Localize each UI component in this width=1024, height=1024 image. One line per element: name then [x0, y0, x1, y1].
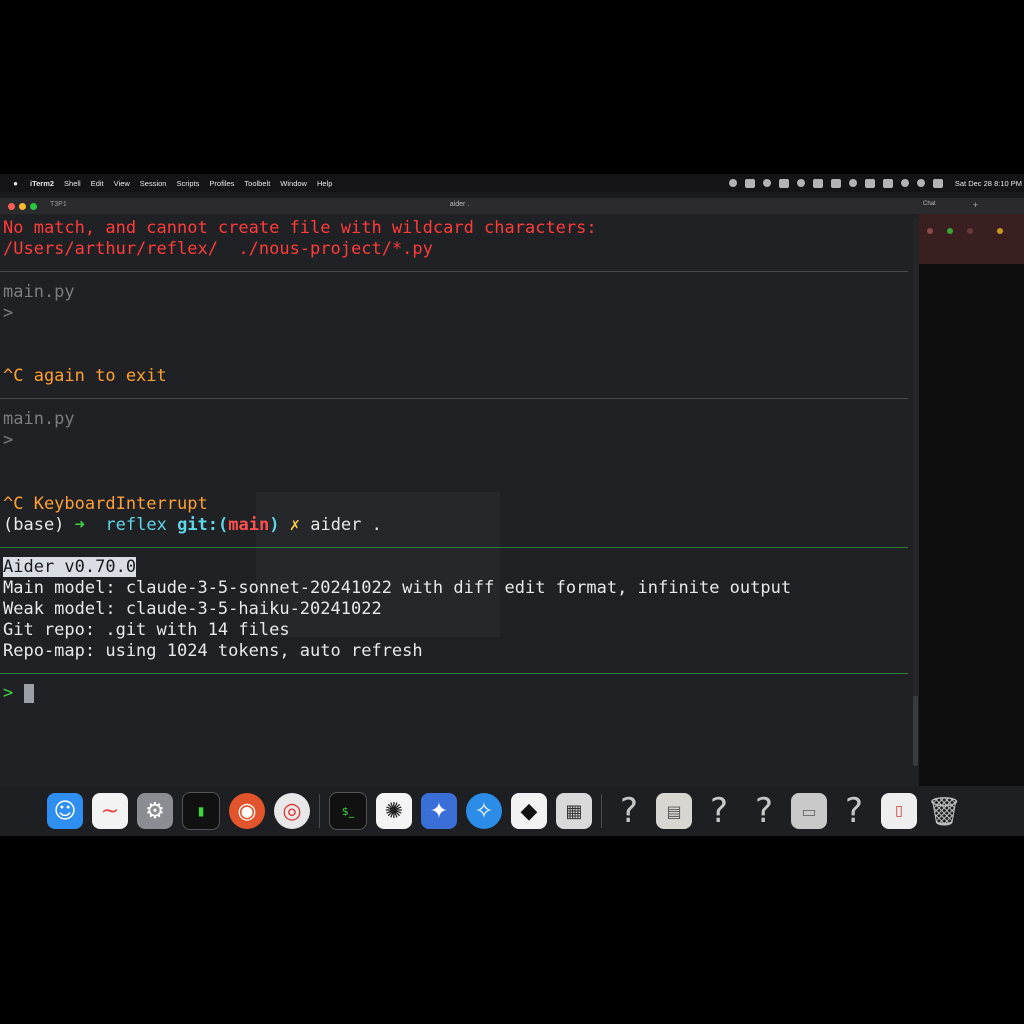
- conda-env: (base): [3, 515, 65, 535]
- pdf-icon[interactable]: ▯: [881, 793, 917, 829]
- prompt-line: >: [3, 430, 14, 450]
- toolbar-icon[interactable]: [927, 228, 933, 234]
- divider: [0, 547, 908, 548]
- trash-icon[interactable]: 🗑: [926, 793, 962, 829]
- toolbar-icon[interactable]: [997, 228, 1003, 234]
- prompt-line: >: [3, 303, 14, 323]
- new-tab-button[interactable]: +: [973, 200, 978, 210]
- toolbar-icon[interactable]: [967, 228, 973, 234]
- error-path-line: /Users/arthur/reflex/ ./nous-project/*.p…: [3, 239, 433, 259]
- battery-icon[interactable]: [882, 178, 893, 188]
- dock-separator: [601, 794, 602, 828]
- status-area: Sat Dec 28 8:10 PM: [728, 174, 1022, 192]
- search-icon[interactable]: [916, 179, 925, 187]
- dock: ☺ ~ ⚙ ▮ ◉ ◎ $_ ✺ ✦ ✧ ◆ ▦ ? ▤ ? ? ▭ ? ▯ 🗑: [0, 786, 1024, 836]
- safari-icon[interactable]: ✧: [466, 793, 502, 829]
- terminal-window: T3P1 aider . No match, and cannot create…: [0, 198, 919, 786]
- repo-map-line: Repo-map: using 1024 tokens, auto refres…: [3, 641, 423, 661]
- freeform-icon[interactable]: ~: [92, 793, 128, 829]
- terminal-output[interactable]: No match, and cannot create file with wi…: [0, 214, 910, 786]
- menu-session[interactable]: Session: [140, 179, 167, 188]
- unknown-app-icon[interactable]: ?: [836, 791, 872, 831]
- side-titlebar[interactable]: Chat +: [919, 198, 1024, 214]
- play-icon[interactable]: [947, 228, 953, 234]
- status-icon[interactable]: [728, 179, 737, 187]
- firefox-icon[interactable]: ◉: [229, 793, 265, 829]
- menu-bar: ● iTerm2 Shell Edit View Session Scripts…: [0, 174, 1024, 192]
- version-line: Aider v0.70.0: [3, 557, 137, 578]
- status-icon[interactable]: [864, 178, 875, 188]
- window-titlebar[interactable]: T3P1 aider .: [0, 198, 919, 214]
- status-icon[interactable]: [762, 179, 771, 187]
- interrupt-line: ^C KeyboardInterrupt: [3, 494, 208, 514]
- apple-menu-icon[interactable]: ●: [11, 179, 20, 188]
- calculator-icon[interactable]: ▦: [556, 793, 592, 829]
- menu-view[interactable]: View: [114, 179, 130, 188]
- divider: [0, 271, 908, 272]
- file-line: main.py: [3, 409, 75, 429]
- side-window: Chat +: [919, 198, 1024, 786]
- unknown-app-icon[interactable]: ?: [701, 791, 737, 831]
- aider-version: Aider v0.70.0: [3, 557, 137, 577]
- side-toolbar: [919, 214, 1024, 264]
- menu-app-name[interactable]: iTerm2: [30, 179, 54, 188]
- status-icon[interactable]: [796, 179, 805, 187]
- wifi-icon[interactable]: [900, 179, 909, 187]
- xcode-icon[interactable]: ✦: [421, 793, 457, 829]
- git-branch: main: [228, 515, 270, 535]
- control-center-icon[interactable]: [932, 178, 943, 188]
- current-directory: reflex: [105, 515, 167, 535]
- side-tab[interactable]: Chat: [923, 201, 936, 207]
- main-model-line: Main model: claude-3-5-sonnet-20241022 w…: [3, 578, 792, 598]
- menu-clock[interactable]: Sat Dec 28 8:10 PM: [955, 179, 1022, 188]
- desktop: ● iTerm2 Shell Edit View Session Scripts…: [0, 174, 1024, 836]
- activity-monitor-icon[interactable]: ▮: [182, 792, 220, 830]
- scrollbar[interactable]: [913, 218, 918, 766]
- git-dirty-icon: ✗: [289, 515, 300, 535]
- file-line: main.py: [3, 282, 75, 302]
- scrollbar-thumb[interactable]: [913, 696, 918, 766]
- status-icon[interactable]: [848, 179, 857, 187]
- menu-profiles[interactable]: Profiles: [209, 179, 234, 188]
- system-settings-icon[interactable]: ⚙: [137, 793, 173, 829]
- input-prompt: >: [3, 683, 14, 703]
- menu-help[interactable]: Help: [317, 179, 332, 188]
- status-icon[interactable]: [744, 178, 755, 188]
- shell-command: aider .: [310, 515, 382, 535]
- git-label: git:(: [177, 515, 229, 535]
- error-line: No match, and cannot create file with wi…: [3, 218, 597, 238]
- cursor-icon[interactable]: ◆: [511, 793, 547, 829]
- preview-icon[interactable]: ▤: [656, 793, 692, 829]
- chrome-icon[interactable]: ◎: [274, 793, 310, 829]
- interrupt-line: ^C again to exit: [3, 366, 167, 386]
- prompt-arrow: ➜: [74, 515, 85, 535]
- git-label-close: ): [269, 515, 280, 535]
- finder-icon[interactable]: ☺: [47, 793, 83, 829]
- divider: [0, 673, 908, 674]
- shell-prompt-line: (base) ➜ reflex git:(main) ✗ aider .: [3, 515, 382, 536]
- text-cursor: [23, 683, 34, 703]
- dock-separator: [319, 794, 320, 828]
- unknown-app-icon[interactable]: ?: [611, 791, 647, 831]
- weak-model-line: Weak model: claude-3-5-haiku-20241022: [3, 599, 382, 619]
- terminal-icon[interactable]: $_: [329, 792, 367, 830]
- chatgpt-icon[interactable]: ✺: [376, 793, 412, 829]
- status-icon[interactable]: [830, 178, 841, 188]
- menu-edit[interactable]: Edit: [91, 179, 104, 188]
- menu-shell[interactable]: Shell: [64, 179, 81, 188]
- menu-scripts[interactable]: Scripts: [176, 179, 199, 188]
- window-title: aider .: [449, 201, 470, 208]
- git-repo-line: Git repo: .git with 14 files: [3, 620, 290, 640]
- menu-toolbelt[interactable]: Toolbelt: [244, 179, 270, 188]
- status-icon[interactable]: [812, 178, 823, 188]
- unknown-app-icon[interactable]: ?: [746, 791, 782, 831]
- divider: [0, 398, 908, 399]
- menu-window[interactable]: Window: [280, 179, 307, 188]
- document-icon[interactable]: ▭: [791, 793, 827, 829]
- input-line[interactable]: >: [3, 683, 34, 704]
- status-icon[interactable]: [778, 178, 789, 188]
